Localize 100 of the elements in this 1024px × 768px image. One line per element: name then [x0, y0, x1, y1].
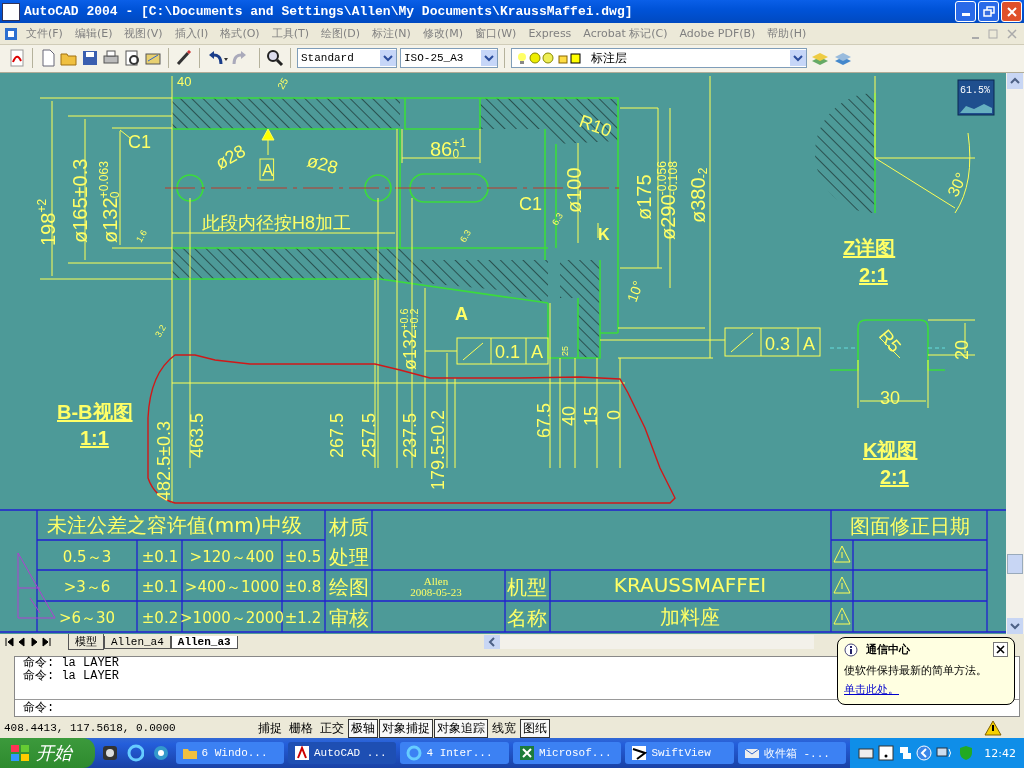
dimension-text: 30°: [944, 170, 970, 200]
status-toggle-button[interactable]: 线宽: [489, 718, 519, 738]
dimension-text: 20: [952, 340, 972, 361]
taskbar-button[interactable]: 4 Inter...: [400, 742, 509, 764]
taskbar-button[interactable]: 6 Windo...: [175, 742, 284, 764]
save-icon[interactable]: [81, 49, 99, 68]
dimension-text: 1.6: [134, 228, 149, 245]
scroll-down-icon[interactable]: [1007, 618, 1023, 635]
menu-item[interactable]: 帮助(H): [761, 26, 813, 42]
brush-icon[interactable]: [175, 49, 193, 68]
dimension-text: C1: [128, 132, 151, 153]
status-toggle-button[interactable]: 对象追踪: [434, 718, 488, 738]
status-toggle-button[interactable]: 捕捉: [255, 718, 285, 738]
keyboard-icon[interactable]: [858, 746, 875, 760]
menu-item[interactable]: 标注(N): [366, 26, 417, 42]
restore-button[interactable]: [978, 1, 999, 23]
balloon-link[interactable]: 单击此处。: [844, 682, 899, 697]
close-button[interactable]: [993, 642, 1008, 657]
windows-logo-icon: [10, 744, 30, 762]
revision-triangle-icon: [833, 607, 851, 625]
browser-icon[interactable]: [126, 744, 145, 762]
scroll-left-icon[interactable]: [484, 635, 500, 650]
status-toggle-button[interactable]: 栅格: [286, 718, 316, 738]
dimension-text: ø28: [304, 150, 341, 178]
status-toggle-button[interactable]: 对象捕捉: [379, 718, 433, 738]
datum-label: A: [259, 158, 275, 181]
zoom-indicator: 61.5%: [957, 79, 995, 116]
menu-item[interactable]: 编辑(E): [68, 26, 119, 42]
command-history-line: 命令: la LAYER: [22, 670, 119, 684]
text-style-dropdown[interactable]: Standard: [297, 48, 397, 69]
taskbar-button[interactable]: Microsof...: [512, 742, 622, 764]
view-title: 2:1: [859, 264, 888, 287]
menu-item[interactable]: Acrobat 标记(C): [577, 26, 674, 42]
restore-windows-icon[interactable]: [898, 745, 913, 761]
menu-item[interactable]: 视图(V): [118, 26, 169, 42]
chevron-left-icon[interactable]: [916, 745, 933, 761]
horizontal-scrollbar[interactable]: [484, 635, 814, 650]
dimension-text: 6.3: [550, 211, 565, 228]
dimension-text: 40: [559, 406, 579, 427]
dimension-text: A: [455, 304, 468, 325]
table-label: 机型: [507, 575, 547, 600]
status-toggle-button[interactable]: 极轴: [348, 718, 378, 738]
table-label: 名称: [507, 606, 547, 631]
taskbar-button[interactable]: SwiftView: [625, 742, 734, 764]
menu-item[interactable]: 绘图(D): [314, 26, 367, 42]
menu-item[interactable]: Express: [522, 27, 578, 41]
layer-name: 标注层: [591, 49, 627, 67]
layout-tab[interactable]: Allen_a3: [170, 635, 238, 649]
menu-item[interactable]: 格式(O): [214, 26, 266, 42]
table-label: 绘图: [329, 575, 369, 600]
dimension-text: 179.5±0.2: [428, 410, 448, 491]
layout-tab[interactable]: Allen_a4: [104, 635, 171, 649]
menu-item[interactable]: Adobe PDF(B): [673, 27, 762, 41]
menu-item[interactable]: 文件(F): [20, 26, 69, 42]
menu-item[interactable]: 插入(I): [168, 26, 215, 42]
scroll-thumb[interactable]: [1007, 553, 1023, 574]
menu-item[interactable]: 窗口(W): [468, 26, 523, 42]
table-cell: ±0.5: [284, 548, 322, 567]
table-cell: ±0.2: [141, 609, 179, 628]
dimension-text: K: [598, 226, 610, 244]
dimension-text: 此段内径按H8加工: [202, 213, 351, 234]
app-icon: [406, 745, 423, 761]
drawn-by: Allen: [423, 575, 449, 588]
layout-tab[interactable]: 模型: [68, 634, 104, 651]
drawn-date: 2008-05-23: [410, 586, 462, 599]
view-title: Z详图: [843, 237, 896, 260]
dimension-text: ø28: [212, 140, 249, 174]
warning-icon[interactable]: [984, 720, 1002, 737]
help-icon[interactable]: [878, 745, 895, 761]
dimension-style-dropdown[interactable]: ISO-25_A3: [400, 48, 498, 69]
pdf-icon[interactable]: [8, 49, 26, 68]
taskbar-button[interactable]: 收件箱 -...: [737, 742, 847, 764]
tolerance-heading: 未注公差之容许值(mm)中级: [47, 513, 302, 538]
status-toggle-button[interactable]: 正交: [317, 718, 347, 738]
app-icon: [518, 745, 535, 761]
zoom-icon[interactable]: [266, 49, 284, 68]
dimension-text: 30: [880, 388, 901, 409]
info-icon: [844, 642, 858, 657]
view-title: K视图: [863, 439, 918, 462]
close-icon: [996, 645, 1005, 654]
layer-dropdown[interactable]: 标注层: [511, 48, 807, 69]
tolerance-frame: 0.3 A: [724, 327, 821, 357]
start-button[interactable]: 开始: [0, 738, 96, 768]
status-toggle-button[interactable]: 图纸: [520, 718, 550, 738]
scroll-up-icon[interactable]: [1007, 73, 1023, 90]
browser-icon[interactable]: [152, 744, 170, 762]
dimension-text: ø290-0.056 -0.108: [655, 161, 680, 241]
dimension-text: ø100: [563, 167, 585, 214]
drawing-canvas[interactable]: [0, 73, 1006, 635]
vertical-scrollbar[interactable]: [1006, 73, 1024, 635]
dimension-text: ø380-2: [687, 167, 710, 224]
dimension-text: 3.2: [153, 323, 168, 340]
taskbar-button[interactable]: AutoCAD ...: [288, 742, 397, 764]
table-cell: >400～1000: [184, 578, 280, 597]
app-icon: [631, 745, 648, 761]
menu-item[interactable]: 修改(M): [416, 26, 469, 42]
minimize-button[interactable]: [955, 1, 976, 23]
menu-item[interactable]: 工具(T): [265, 26, 315, 42]
print-preview-icon[interactable]: [123, 49, 141, 68]
dimension-text: 25: [560, 346, 570, 357]
